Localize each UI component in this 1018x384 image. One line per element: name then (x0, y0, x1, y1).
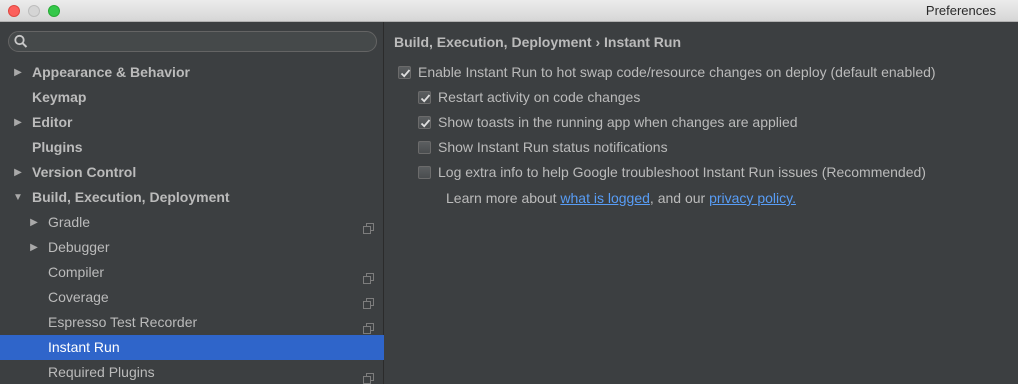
option-label: Log extra info to help Google troublesho… (438, 164, 926, 180)
project-settings-icon (363, 317, 374, 334)
tree-item[interactable]: ▶ Appearance & Behavior (0, 60, 384, 85)
title-bar: Preferences (0, 0, 1018, 22)
learn-more-prefix: Learn more about (446, 190, 561, 206)
tree-item[interactable]: Compiler (0, 260, 384, 285)
privacy-policy-link[interactable]: privacy policy. (709, 190, 796, 206)
project-settings-icon (363, 367, 374, 384)
tree-item-label: Editor (32, 114, 73, 130)
instant-run-panel: Build, Execution, Deployment › Instant R… (385, 22, 1018, 384)
tree-item[interactable]: ▶ Debugger (0, 235, 384, 260)
zoom-window-button[interactable] (48, 5, 60, 17)
tree-item-label: Build, Execution, Deployment (32, 189, 230, 205)
tree-item[interactable]: Espresso Test Recorder (0, 310, 384, 335)
what-is-logged-link[interactable]: what is logged (560, 190, 650, 206)
tree-item-label: Required Plugins (48, 364, 155, 380)
project-settings-icon (363, 267, 374, 284)
tree-item[interactable]: ▶ Gradle (0, 210, 384, 235)
tree-item[interactable]: Instant Run (0, 335, 384, 360)
restart-activity-checkbox[interactable] (418, 91, 431, 104)
option-label: Show Instant Run status notifications (438, 139, 668, 155)
tree-item[interactable]: Plugins (0, 135, 384, 160)
status-notifications-checkbox[interactable] (418, 141, 431, 154)
search-icon (13, 33, 29, 49)
enable-instant-run-checkbox[interactable] (398, 66, 411, 79)
project-settings-icon (363, 217, 374, 234)
tree-item-label: Instant Run (48, 339, 120, 355)
show-toasts-checkbox[interactable] (418, 116, 431, 129)
tree-item-label: Espresso Test Recorder (48, 314, 198, 330)
tree-item-label: Coverage (48, 289, 109, 305)
option-label: Show toasts in the running app when chan… (438, 114, 798, 130)
tree-item-label: Compiler (48, 264, 105, 280)
project-settings-icon (363, 292, 374, 309)
breadcrumb: Build, Execution, Deployment › Instant R… (394, 34, 682, 50)
tree-item[interactable]: ▶ Version Control (0, 160, 384, 185)
tree-item-label: Version Control (32, 164, 137, 180)
tree-item-label: Plugins (32, 139, 83, 155)
option-label: Restart activity on code changes (438, 89, 641, 105)
tree-item-label: Gradle (48, 214, 91, 230)
option-label: Enable Instant Run to hot swap code/reso… (418, 64, 936, 80)
search-input[interactable] (35, 33, 365, 50)
search-box[interactable] (8, 31, 377, 52)
log-extra-info-checkbox[interactable] (418, 166, 431, 179)
tree-item[interactable]: Keymap (0, 85, 384, 110)
chevron-right-icon[interactable]: ▶ (12, 160, 24, 185)
learn-more-middle: , and our (649, 190, 710, 206)
tree-item-label: Debugger (48, 239, 110, 255)
chevron-right-icon[interactable]: ▶ (12, 110, 24, 135)
minimize-window-button[interactable] (28, 5, 40, 17)
tree-item-label: Appearance & Behavior (32, 64, 190, 80)
learn-more-text: Learn more about what is logged, and our… (446, 190, 796, 206)
chevron-right-icon[interactable]: ▶ (28, 210, 40, 235)
tree-item[interactable]: ▶ Editor (0, 110, 384, 135)
tree-item-label: Keymap (32, 89, 87, 105)
close-window-button[interactable] (8, 5, 20, 17)
tree-item[interactable]: Required Plugins (0, 360, 384, 384)
settings-tree: ▶ Appearance & Behavior Keymap ▶ Editor Plugi… (0, 60, 384, 384)
tree-item[interactable]: Coverage (0, 285, 384, 310)
chevron-right-icon[interactable]: ▶ (28, 235, 40, 260)
settings-sidebar: ▶ Appearance & Behavior Keymap ▶ Editor Plugi… (0, 22, 384, 384)
tree-item[interactable]: ▼ Build, Execution, Deployment (0, 185, 384, 210)
chevron-right-icon[interactable]: ▶ (12, 60, 24, 85)
window-title: Preferences (925, 3, 996, 18)
chevron-down-icon[interactable]: ▼ (12, 185, 24, 210)
